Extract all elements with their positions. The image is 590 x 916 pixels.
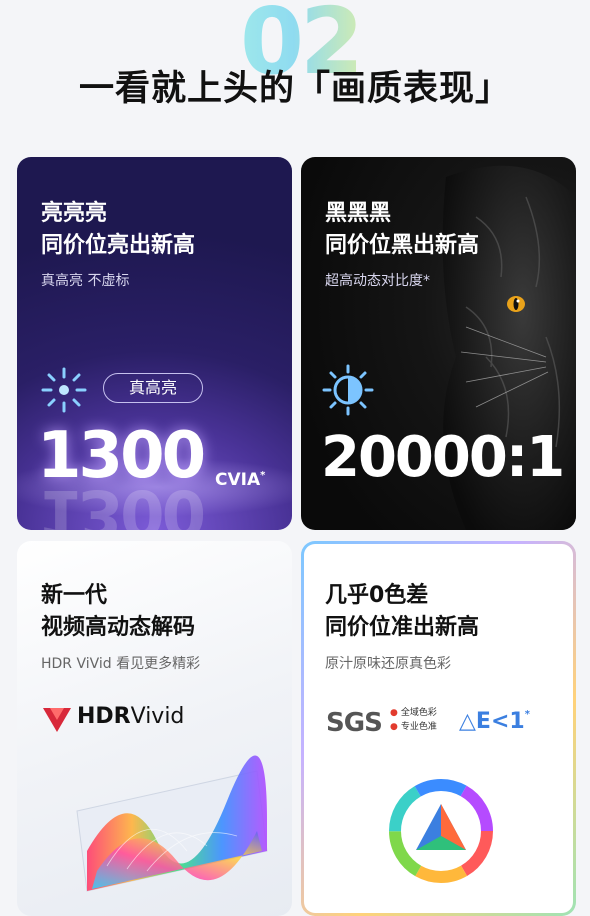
hdr-card: 新一代 视频高动态解码 HDR ViVid 看见更多精彩 HDRVivid: [17, 541, 292, 916]
card-heading-line2: 同价位黑出新高: [325, 233, 480, 258]
sgs-line-1: 全域色彩: [390, 706, 437, 720]
card-heading-line2: 视频高动态解码: [41, 615, 196, 640]
unit-text: CVIA: [215, 470, 261, 490]
card-subtitle: 超高动态对比度*: [325, 273, 430, 289]
brightness-card: 亮亮亮 同价位亮出新高 真高亮 不虚标 真高亮 1300 1300 CVIA*: [17, 157, 292, 530]
card-heading-line1: 新一代: [41, 583, 108, 608]
contrast-icon: [322, 364, 374, 416]
brightness-value: 1300: [37, 419, 206, 493]
sgs-certifications: 全域色彩 专业色准: [390, 706, 437, 734]
section-title: 一看就上头的「画质表现」: [78, 69, 511, 109]
card-heading-line1: 亮亮亮: [41, 201, 108, 226]
logo-bold: HDR: [77, 704, 131, 729]
rainbow-ribbons-image: [76, 755, 268, 892]
card-heading-line2: 同价位亮出新高: [41, 233, 196, 258]
sgs-logo: SGS: [326, 708, 383, 738]
delta-e-label: △E<1*: [459, 709, 530, 734]
card-heading-line1: 几乎0色差: [325, 583, 429, 608]
true-brightness-badge: 真高亮: [103, 373, 203, 403]
delta-e-text: △E<1: [459, 709, 525, 734]
sgs-line-2: 专业色准: [390, 720, 437, 734]
sun-icon: [41, 367, 87, 413]
footnote-mark: *: [260, 470, 266, 481]
brightness-unit: CVIA*: [215, 470, 265, 490]
section-header: 02 一看就上头的「画质表现」: [0, 0, 590, 140]
card-subtitle: 原汁原味还原真色彩: [325, 656, 451, 672]
color-ring-icon: [389, 779, 493, 883]
hdr-vivid-logo-text: HDRVivid: [77, 704, 184, 729]
color-accuracy-card: 几乎0色差 同价位准出新高 原汁原味还原真色彩 SGS 全域色彩 专业色准 △E…: [301, 541, 576, 916]
contrast-value: 20000:1: [321, 425, 565, 490]
card-subtitle: 真高亮 不虚标: [41, 273, 130, 289]
logo-light: Vivid: [130, 704, 185, 729]
card-heading-line1: 黑黑黑: [325, 201, 392, 226]
card-heading-line2: 同价位准出新高: [325, 615, 480, 640]
hdr-vivid-logo-icon: [43, 708, 71, 732]
card-subtitle: HDR ViVid 看见更多精彩: [41, 656, 201, 672]
footnote-mark: *: [524, 709, 530, 720]
contrast-card: 黑黑黑 同价位黑出新高 超高动态对比度* 20000:1: [301, 157, 576, 530]
